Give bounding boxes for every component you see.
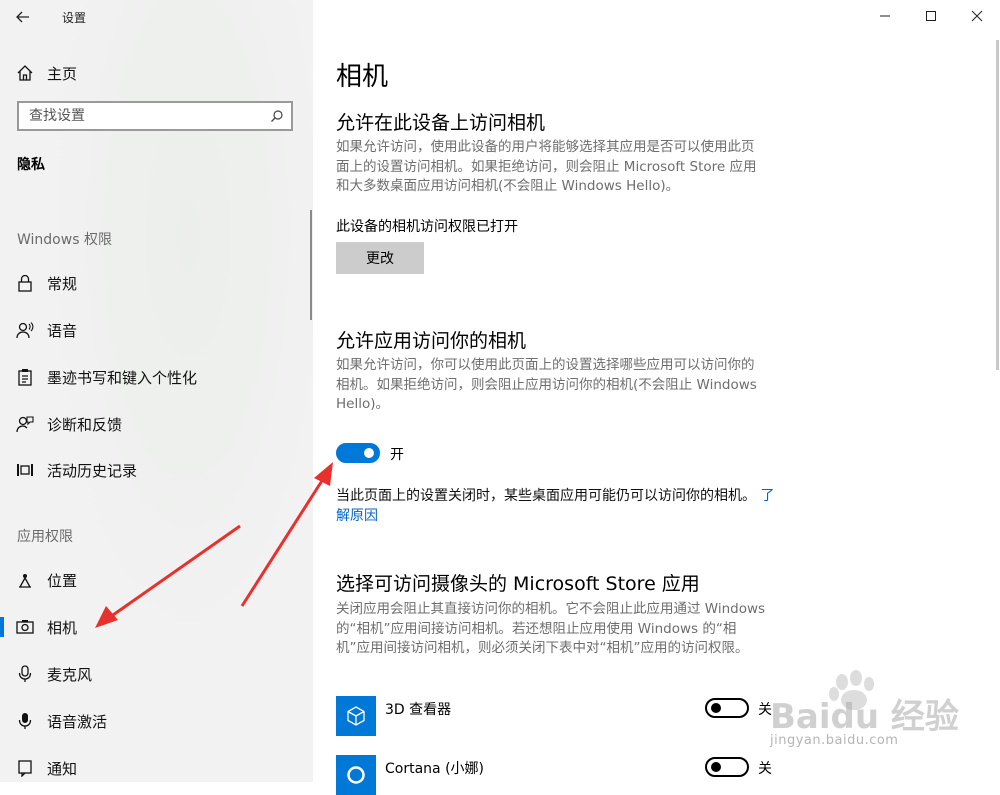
close-button[interactable]	[954, 0, 1000, 32]
camera-icon	[15, 617, 35, 637]
search-icon[interactable]	[267, 106, 287, 126]
sidebar-item-label: 活动历史记录	[47, 461, 138, 480]
history-icon	[15, 460, 35, 480]
notification-icon	[15, 758, 35, 778]
app-access-description: 如果允许访问，你可以使用此页面上的设置选择哪些应用可以访问你的相机。如果拒绝访问…	[336, 357, 757, 412]
cortana-icon	[336, 755, 376, 795]
app-title: 设置	[62, 11, 87, 25]
sidebar-item-general[interactable]: 常规	[0, 266, 313, 300]
baidu-watermark-url: jingyan.baidu.com	[770, 733, 899, 748]
sidebar-item-label: 通知	[47, 759, 78, 778]
app-access-heading: 允许应用访问你的相机	[336, 330, 527, 352]
sidebar-item-label: 位置	[47, 571, 78, 590]
app-row-cortana: Cortana (小娜) 关	[336, 755, 772, 795]
desktop-apps-note: 当此页面上的设置关闭时，某些桌面应用可能仍可以访问你的相机。 了解原因	[336, 486, 776, 526]
home-label: 主页	[47, 64, 78, 83]
sidebar: 设置 主页 隐私 Windows 权限 常规 语音 墨迹书写和键入个性化	[0, 0, 313, 782]
feedback-icon	[15, 414, 35, 434]
page-title: 相机	[336, 62, 389, 92]
sidebar-item-label: 诊断和反馈	[47, 415, 123, 434]
device-access-status: 此设备的相机访问权限已打开	[336, 219, 518, 235]
app-row-3d-viewer: 3D 查看器 关	[336, 696, 772, 736]
sidebar-item-inking[interactable]: 墨迹书写和键入个性化	[0, 360, 313, 394]
cube-icon	[336, 696, 376, 736]
home-nav-item[interactable]: 主页	[0, 58, 313, 88]
sidebar-item-label: 墨迹书写和键入个性化	[47, 368, 198, 387]
sidebar-item-label: 相机	[47, 618, 78, 637]
store-apps-description: 关闭应用会阻止其直接访问你的相机。它不会阻止此应用通过 Windows 的“相机…	[336, 601, 766, 656]
sidebar-item-label: 常规	[47, 274, 78, 293]
back-arrow-icon	[16, 11, 29, 23]
sidebar-item-microphone[interactable]: 麦克风	[0, 657, 313, 691]
change-button[interactable]: 更改	[336, 242, 424, 274]
app-toggle-label: 关	[758, 702, 772, 718]
home-icon	[15, 63, 35, 83]
windows-permissions-header: Windows 权限	[17, 232, 112, 248]
location-icon	[15, 570, 35, 590]
store-apps-heading: 选择可访问摄像头的 Microsoft Store 应用	[336, 573, 700, 595]
app-toggle-cortana[interactable]	[705, 757, 749, 777]
sidebar-item-speech[interactable]: 语音	[0, 313, 313, 347]
app-access-toggle[interactable]	[336, 443, 380, 463]
search-input[interactable]	[19, 107, 267, 125]
clipboard-icon	[15, 367, 35, 387]
device-access-description: 如果允许访问，使用此设备的用户将能够选择其应用是否可以使用此页面上的设置访问相机…	[336, 139, 757, 194]
main-content: 相机 允许在此设备上访问相机 如果允许访问，使用此设备的用户将能够选择其应用是否…	[313, 0, 1000, 795]
sidebar-item-diagnostics[interactable]: 诊断和反馈	[0, 407, 313, 441]
titlebar-left: 设置	[0, 0, 313, 34]
sidebar-item-camera[interactable]: 相机	[0, 610, 313, 644]
back-button[interactable]	[10, 6, 36, 28]
device-access-heading: 允许在此设备上访问相机	[336, 112, 546, 134]
app-toggle-label: 关	[758, 761, 772, 777]
desktop-apps-note-text: 当此页面上的设置关闭时，某些桌面应用可能仍可以访问你的相机。	[336, 488, 756, 504]
sidebar-item-label: 麦克风	[47, 665, 93, 684]
sidebar-item-notifications[interactable]: 通知	[0, 751, 313, 785]
lock-icon	[15, 273, 35, 293]
search-box[interactable]	[17, 101, 293, 131]
app-name: 3D 查看器	[385, 702, 452, 718]
window-controls	[862, 0, 1000, 32]
close-icon	[971, 10, 983, 22]
voice-activation-icon	[15, 711, 35, 731]
app-toggle-3d-viewer[interactable]	[705, 698, 749, 718]
app-name: Cortana (小娜)	[385, 761, 484, 777]
speech-icon	[15, 320, 35, 340]
sidebar-item-label: 语音激活	[47, 712, 108, 731]
sidebar-item-voice-activation[interactable]: 语音激活	[0, 704, 313, 738]
maximize-button[interactable]	[908, 0, 954, 32]
sidebar-item-label: 语音	[47, 321, 78, 340]
sidebar-item-location[interactable]: 位置	[0, 563, 313, 597]
section-title: 隐私	[17, 157, 45, 173]
app-permissions-header: 应用权限	[17, 529, 73, 545]
microphone-icon	[15, 664, 35, 684]
minimize-icon	[880, 15, 890, 17]
maximize-icon	[926, 11, 936, 21]
sidebar-scrollbar[interactable]	[310, 210, 312, 320]
sidebar-item-activity-history[interactable]: 活动历史记录	[0, 453, 313, 487]
main-scrollbar[interactable]	[996, 40, 999, 370]
minimize-button[interactable]	[862, 0, 908, 32]
app-access-toggle-label: 开	[390, 447, 404, 463]
